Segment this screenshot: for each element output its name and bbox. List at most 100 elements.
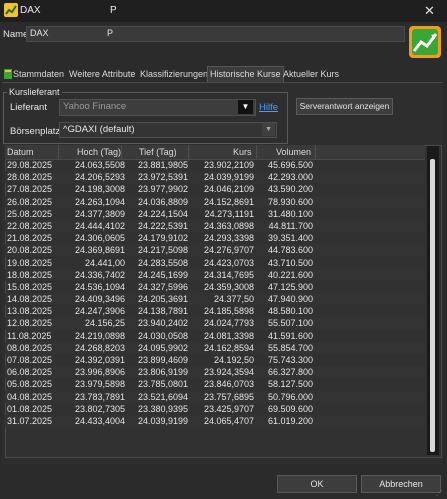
cell-hoch: 24.441,00 — [84, 257, 125, 268]
header-hoch[interactable]: Hoch (Tag) — [77, 147, 121, 157]
table-row[interactable]: 26.08.2025 24.263,1094 24.036,8809 24.152,8… — [5, 195, 425, 208]
hilfe-link[interactable]: Hilfe — [259, 102, 278, 113]
cell-tief: 24.327,5996 — [137, 281, 188, 292]
table-row[interactable]: 15.08.2025 24.536,1094 24.327,5996 24.359,3… — [5, 281, 425, 293]
cell-volumen: 50.796.000 — [267, 391, 313, 402]
header-tief[interactable]: Tief (Tag) — [139, 147, 177, 157]
table-row[interactable]: 12.08.2025 24.156,25 23.940,2402 24.024,779… — [5, 317, 425, 330]
cell-kurs: 24.192,50 — [213, 355, 254, 365]
table-row[interactable]: 20.08.2025 24.369,8691 24.217,5098 24.276,9… — [5, 244, 425, 257]
table-row[interactable]: 13.08.2025 24.247,3906 24.138,7891 24.185,5… — [5, 305, 425, 317]
table-row[interactable]: 07.08.2025 24.392,0391 23.899,4609 24.192,5… — [5, 354, 425, 366]
cell-datum: 31.07.2025 — [7, 415, 53, 426]
table-row[interactable]: 19.08.2025 24.441,00 24.283,5508 24.423,070… — [5, 257, 425, 269]
cell-tief: 23.881,9805 — [137, 160, 188, 170]
cell-tief: 23.899,4609 — [137, 355, 188, 365]
table-row[interactable]: 14.08.2025 24.409,3496 24.205,3691 24.377,5… — [5, 293, 425, 306]
cell-volumen: 40.221.600 — [267, 269, 313, 280]
name-value-suffix: P — [107, 28, 114, 38]
tab-stammdaten[interactable]: Stammdaten — [2, 67, 64, 81]
tab-historische-kurse[interactable]: Historische Kurse — [207, 66, 284, 82]
name-label: Name — [3, 29, 29, 40]
header-volumen[interactable]: Volumen — [276, 147, 311, 157]
cell-volumen: 66.327.800 — [267, 367, 313, 378]
table-row[interactable]: 18.08.2025 24.336,7402 24.245,1699 24.314,7… — [5, 268, 425, 281]
cell-datum: 05.08.2025 — [7, 379, 53, 390]
table-row[interactable]: 04.08.2025 23.783,7891 23.521,6094 23.757,6… — [5, 390, 425, 403]
cell-kurs: 24.024,7793 — [203, 318, 254, 329]
close-button[interactable]: ✕ — [412, 0, 447, 22]
table-row[interactable]: 08.08.2025 24.268,8203 24.095,9902 24.162,8… — [5, 341, 425, 354]
cell-hoch: 24.063,5508 — [74, 160, 125, 170]
cell-volumen: 43.590.200 — [267, 184, 313, 195]
cell-hoch: 24.433,4004 — [74, 415, 125, 426]
cell-tief: 24.245,1699 — [137, 269, 188, 280]
tab-weitere-attribute[interactable]: Weitere Attribute — [69, 67, 135, 81]
table-row[interactable]: 31.07.2025 24.433,4004 24.039,9199 24.065,4… — [5, 414, 425, 428]
cell-volumen: 44.811.700 — [268, 220, 313, 231]
cell-kurs: 24.065,4707 — [203, 415, 254, 426]
table-row[interactable]: 06.08.2025 23.996,8906 23.806,9199 23.924,3… — [5, 366, 425, 379]
cell-tief: 23.785,0801 — [137, 379, 188, 390]
cell-datum: 01.08.2025 — [7, 403, 53, 414]
cell-hoch: 24.392,0391 — [74, 355, 125, 365]
cell-volumen: 39.351.400 — [267, 233, 313, 244]
table-row[interactable]: 01.08.2025 23.802,7305 23.380,9395 23.425,9… — [5, 403, 425, 415]
cell-kurs: 24.162,8594 — [203, 342, 254, 353]
ok-button[interactable]: OK — [277, 475, 357, 493]
cell-datum: 21.08.2025 — [7, 233, 53, 244]
cell-tief: 23.806,9199 — [137, 367, 188, 378]
cell-tief: 24.030,0508 — [137, 330, 188, 341]
lieferant-dropdown-arrow[interactable]: ▼ — [238, 100, 253, 114]
kurslieferant-group-label: Kurslieferant — [7, 87, 62, 97]
header-kurs[interactable]: Kurs — [233, 147, 252, 157]
cell-tief: 24.222,5391 — [137, 220, 188, 231]
tab-klassifizierungen[interactable]: Klassifizierungen — [140, 67, 208, 81]
cell-volumen: 31.480.100 — [267, 208, 313, 219]
table-row[interactable]: 28.08.2025 24.206,5293 23.972,5391 24.039,9… — [5, 171, 425, 184]
window-title: DAX — [20, 5, 41, 16]
tab-aktueller-kurs[interactable]: Aktueller Kurs — [283, 67, 339, 81]
table-row[interactable]: 05.08.2025 23.979,5898 23.785,0801 23.846,0… — [5, 378, 425, 390]
cell-volumen: 55.854.700 — [267, 342, 313, 353]
table-header: Datum Hoch (Tag) Tief (Tag) Kurs Volumen — [5, 145, 425, 160]
cell-kurs: 24.314,7695 — [203, 269, 254, 280]
table-row[interactable]: 21.08.2025 24.306,0605 24.179,9102 24.293,3… — [5, 232, 425, 244]
cell-kurs: 23.757,6895 — [203, 391, 254, 402]
cell-hoch: 24.263,1094 — [74, 196, 125, 207]
cell-volumen: 55.507.100 — [267, 318, 313, 329]
cell-tief: 23.940,2402 — [137, 318, 188, 329]
cancel-button[interactable]: Abbrechen — [361, 475, 441, 493]
chevron-down-icon[interactable]: ▼ — [262, 123, 275, 136]
cell-hoch: 24.268,8203 — [74, 342, 125, 353]
cell-kurs: 23.846,0703 — [203, 379, 254, 390]
resize-grip-icon[interactable]: ⋰ — [436, 489, 443, 497]
cell-tief: 24.039,9199 — [137, 415, 188, 426]
cell-kurs: 24.423,0703 — [203, 257, 254, 268]
cell-datum: 11.08.2025 — [7, 330, 52, 341]
app-logo-icon — [4, 3, 18, 17]
cell-hoch: 24.536,1094 — [74, 281, 125, 292]
cell-volumen: 47.940.900 — [267, 294, 313, 305]
table-row[interactable]: 27.08.2025 24.198,3008 23.977,9902 24.046,2… — [5, 183, 425, 195]
cell-tief: 23.977,9902 — [137, 184, 188, 195]
cell-kurs: 24.276,9707 — [203, 245, 254, 256]
serverantwort-button[interactable]: Serverantwort anzeigen — [296, 98, 393, 115]
table-row[interactable]: 29.08.2025 24.063,5508 23.881,9805 23.902,2… — [5, 159, 425, 171]
scrollbar-thumb[interactable] — [430, 159, 435, 452]
cell-hoch: 23.802,7305 — [74, 403, 125, 414]
cell-datum: 14.08.2025 — [7, 294, 53, 305]
cell-volumen: 42.293.000 — [267, 172, 313, 183]
security-chart-icon — [409, 26, 441, 58]
title-bar — [0, 0, 447, 22]
cell-datum: 19.08.2025 — [7, 257, 53, 268]
header-datum[interactable]: Datum — [7, 147, 34, 157]
table-row[interactable]: 22.08.2025 24.444,4102 24.222,5391 24.363,0… — [5, 219, 425, 233]
table-row[interactable]: 11.08.2025 24.219,0898 24.030,0508 24.081,3… — [5, 330, 425, 342]
cell-volumen: 58.127.500 — [267, 379, 313, 390]
cell-hoch: 24.369,8691 — [74, 245, 125, 256]
name-field[interactable] — [26, 26, 405, 42]
cell-volumen: 69.509.600 — [267, 403, 313, 414]
cell-hoch: 24.336,7402 — [74, 269, 125, 280]
table-row[interactable]: 25.08.2025 24.377,3809 24.224,1504 24.273,1… — [5, 208, 425, 220]
